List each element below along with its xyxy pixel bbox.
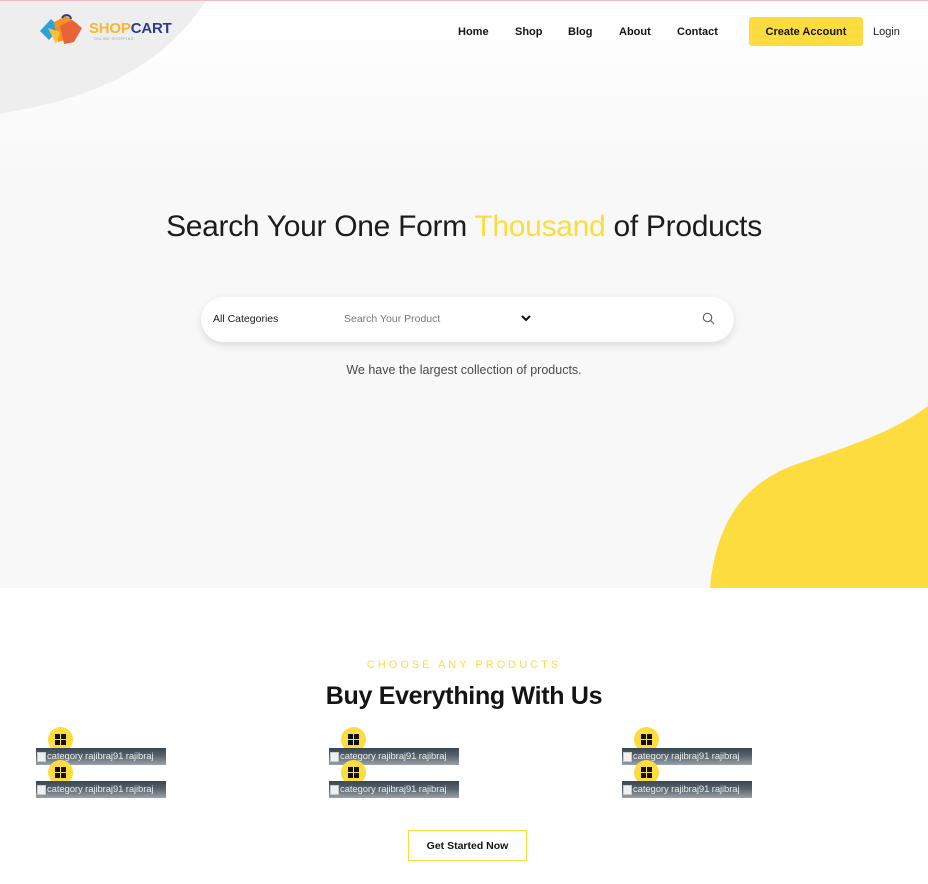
broken-image-icon [37, 784, 46, 795]
category-image-alt: category rajibraj91 rajibraj [47, 784, 154, 795]
section-title: Buy Everything With Us [325, 682, 603, 710]
category-item[interactable]: category rajibraj91 rajibraj [36, 727, 176, 765]
headline-before: Search Your One Form [166, 210, 475, 243]
logo-cart-text: CART [130, 20, 172, 37]
category-item[interactable]: category rajibraj91 rajibraj [329, 760, 469, 798]
category-item[interactable]: category rajibraj91 rajibraj [329, 727, 469, 765]
logo-bag-icon [40, 14, 82, 44]
category-item[interactable]: category rajibraj91 rajibraj [622, 760, 762, 798]
category-image: category rajibraj91 rajibraj [329, 781, 459, 798]
bottom-right-yellow-blob [710, 406, 928, 588]
category-item[interactable]: category rajibraj91 rajibraj [622, 727, 762, 765]
category-image: category rajibraj91 rajibraj [36, 781, 166, 798]
get-started-button[interactable]: Get Started Now [408, 830, 527, 861]
login-link[interactable]: Login [873, 26, 900, 38]
search-icon[interactable] [702, 312, 715, 325]
hero-subtext: We have the largest collection of produc… [346, 363, 582, 377]
logo-tagline: ONLINE SHOPPING [94, 37, 134, 41]
nav-shop[interactable]: Shop [515, 26, 543, 38]
nav-home[interactable]: Home [458, 26, 489, 38]
category-image: category rajibraj91 rajibraj [622, 781, 752, 798]
broken-image-icon [330, 784, 339, 795]
broken-image-icon [623, 751, 632, 762]
nav-about[interactable]: About [619, 26, 651, 38]
category-item[interactable]: category rajibraj91 rajibraj [36, 760, 176, 798]
headline-accent: Thousand [474, 210, 606, 243]
category-select[interactable]: All Categories [213, 313, 278, 325]
logo-shop-text: SHOP [89, 20, 131, 37]
logo-wordmark: SHOPCART [89, 20, 172, 37]
headline-after: of Products [605, 210, 762, 243]
search-bar: All Categories [201, 297, 734, 342]
create-account-button[interactable]: Create Account [749, 17, 863, 46]
hero-section [0, 1, 928, 588]
logo[interactable]: SHOPCART ONLINE SHOPPING [38, 14, 178, 48]
search-input[interactable] [344, 309, 684, 329]
broken-image-icon [623, 784, 632, 795]
broken-image-icon [37, 751, 46, 762]
category-image-alt: category rajibraj91 rajibraj [340, 784, 447, 795]
nav-contact[interactable]: Contact [677, 26, 718, 38]
hero-headline: Search Your One Form Thousand of Product… [164, 210, 764, 243]
broken-image-icon [330, 751, 339, 762]
nav-blog[interactable]: Blog [568, 26, 592, 38]
category-image-alt: category rajibraj91 rajibraj [633, 784, 740, 795]
section-eyebrow: CHOOSE ANY PRODUCTS [366, 659, 562, 671]
